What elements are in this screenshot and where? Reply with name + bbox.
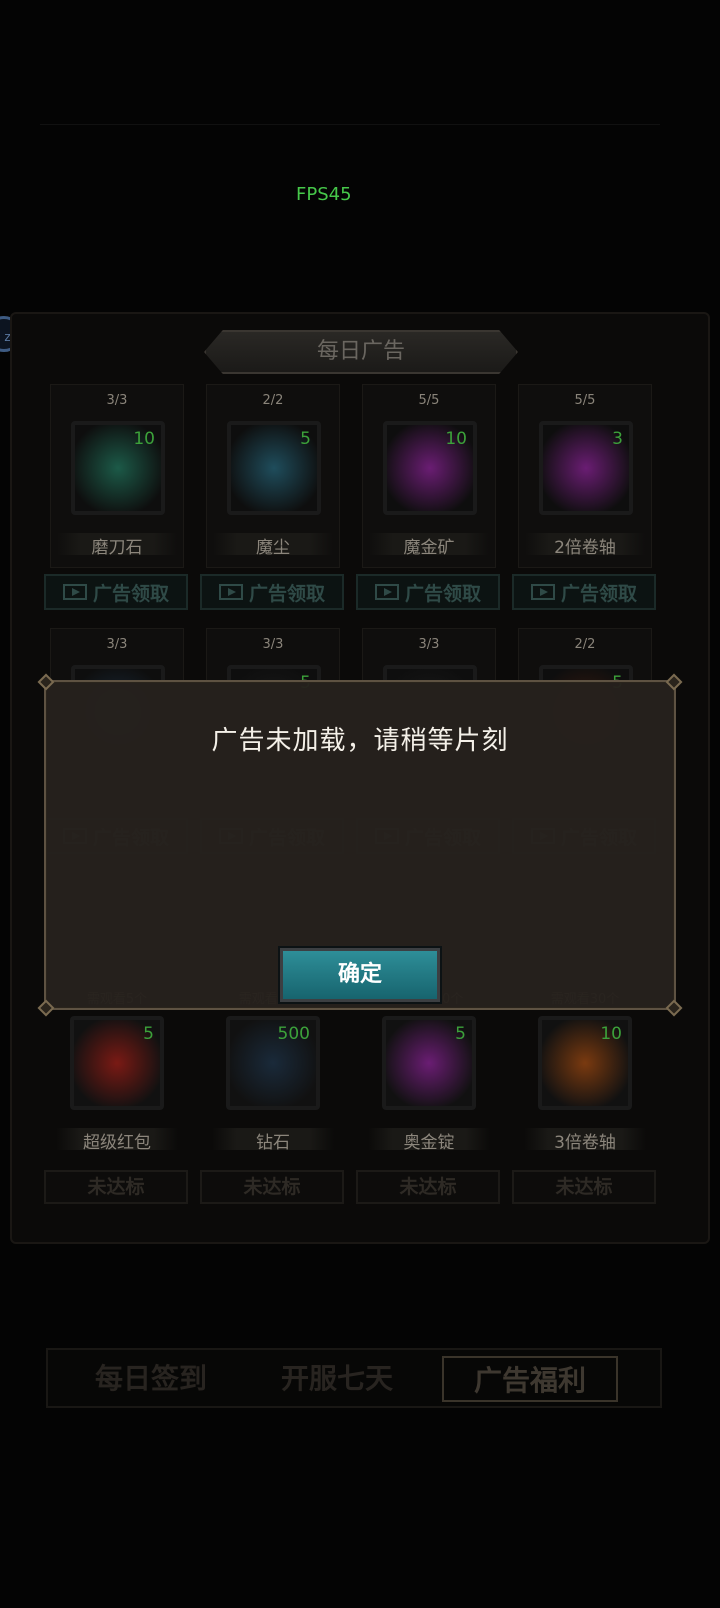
watch-ad-claim-button[interactable]: 广告领取 (356, 574, 500, 610)
ad-button-label: 广告领取 (404, 582, 481, 605)
super-red-envelope-icon: 5 (70, 1016, 164, 1110)
item-name: 钻石 (256, 1133, 290, 1153)
tab-seven-days[interactable]: 开服七天 (272, 1356, 402, 1402)
item-name: 魔金矿 (403, 538, 455, 558)
item-quantity: 5 (455, 1024, 466, 1044)
watch-ad-claim-button[interactable]: 广告领取 (200, 574, 344, 610)
tab-ad-rewards[interactable]: 广告福利 (442, 1356, 618, 1402)
watch-ad-claim-button[interactable]: 广告领取 (44, 574, 188, 610)
confirm-button[interactable]: 确定 (278, 946, 442, 1004)
item-claim-count: 2/2 (262, 393, 284, 408)
diamond-icon: 500 (226, 1016, 320, 1110)
item-name: 磨刀石 (91, 538, 143, 558)
item-quantity: 500 (277, 1024, 310, 1044)
item-claim-count: 3/3 (262, 637, 284, 652)
dialog-message: 广告未加载，请稍等片刻 (211, 726, 509, 756)
item-claim-count: 5/5 (574, 393, 596, 408)
not-reached-button[interactable]: 未达标 (44, 1170, 188, 1204)
whetstone-icon: 10 (71, 421, 165, 515)
not-reached-button[interactable]: 未达标 (200, 1170, 344, 1204)
item-claim-count: 5/5 (418, 393, 440, 408)
tab-daily-checkin[interactable]: 每日签到 (86, 1356, 216, 1402)
ad-button-label: 广告领取 (560, 582, 637, 605)
magic-dust-icon: 5 (227, 421, 321, 515)
ad-button-label: 广告领取 (92, 582, 169, 605)
item-name: 奥金锭 (403, 1133, 455, 1153)
watch-ad-claim-button[interactable]: 广告领取 (512, 574, 656, 610)
ingot-icon: 5 (382, 1016, 476, 1110)
item-claim-count: 2/2 (574, 637, 596, 652)
item-name: 超级红包 (83, 1133, 151, 1153)
not-reached-button[interactable]: 未达标 (512, 1170, 656, 1204)
hud-top-bar (40, 100, 660, 125)
item-claim-count: 3/3 (106, 393, 128, 408)
video-play-icon (218, 584, 243, 600)
ad-item-card: 3/3 10 磨刀石 (50, 384, 184, 568)
ad-item-card: 5/5 3 2倍卷轴 (518, 384, 652, 568)
item-quantity: 10 (600, 1024, 622, 1044)
scroll-icon: 10 (538, 1016, 632, 1110)
ad-item-card: 5/5 10 魔金矿 (362, 384, 496, 568)
item-quantity: 3 (612, 429, 623, 449)
video-play-icon (530, 584, 555, 600)
item-claim-count: 3/3 (418, 637, 440, 652)
item-claim-count: 3/3 (106, 637, 128, 652)
not-reached-button[interactable]: 未达标 (356, 1170, 500, 1204)
item-quantity: 5 (143, 1024, 154, 1044)
item-name: 3倍卷轴 (554, 1133, 616, 1153)
panel-title: 每日广告 (204, 330, 518, 374)
item-quantity: 5 (300, 429, 311, 449)
ad-item-card: 2/2 5 魔尘 (206, 384, 340, 568)
fps-counter: FPS45 (296, 184, 352, 205)
scroll-icon: 3 (539, 421, 633, 515)
magic-ore-icon: 10 (383, 421, 477, 515)
video-play-icon (62, 584, 87, 600)
video-play-icon (374, 584, 399, 600)
item-quantity: 10 (133, 429, 155, 449)
ad-button-label: 广告领取 (248, 582, 325, 605)
item-name: 魔尘 (256, 538, 290, 558)
item-name: 2倍卷轴 (554, 538, 616, 558)
item-quantity: 10 (445, 429, 467, 449)
